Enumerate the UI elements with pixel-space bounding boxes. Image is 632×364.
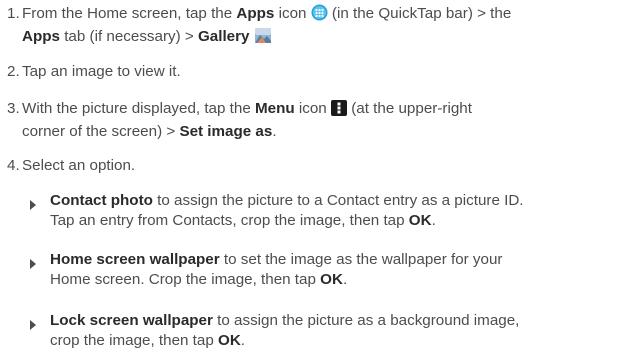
step-1-line-2: Apps tab (if necessary) > Gallery [22, 27, 511, 50]
step-1: From the Home screen, tap the Apps icon … [22, 4, 511, 50]
apps-icon [311, 4, 328, 27]
step-1-line-1: From the Home screen, tap the Apps icon … [22, 4, 511, 27]
bullet-arrow-icon [30, 316, 36, 336]
instructions-page: 1. From the Home screen, tap the Apps ic… [0, 0, 632, 364]
gallery-icon [254, 27, 272, 50]
step-4-text: Select an option. [22, 157, 136, 174]
step-3: With the picture displayed, tap the Menu… [22, 99, 472, 142]
step-3-number: 3. [7, 100, 20, 117]
menu-icon [330, 100, 347, 122]
step-2-text: Tap an image to view it. [22, 63, 181, 80]
step-2-number: 2. [7, 63, 20, 80]
step-1-number: 1. [7, 5, 20, 22]
step-3-line-1: With the picture displayed, tap the Menu… [22, 99, 472, 122]
step-4-number: 4. [7, 157, 20, 174]
option-contact-photo: Contact photo to assign the picture to a… [50, 192, 524, 229]
bullet-arrow-icon [30, 196, 36, 216]
bullet-arrow-icon [30, 255, 36, 275]
step-3-line-2: corner of the screen) > Set image as. [22, 123, 277, 140]
option-lock-screen-wallpaper: Lock screen wallpaper to assign the pict… [50, 312, 520, 349]
option-home-screen-wallpaper: Home screen wallpaper to set the image a… [50, 251, 503, 288]
